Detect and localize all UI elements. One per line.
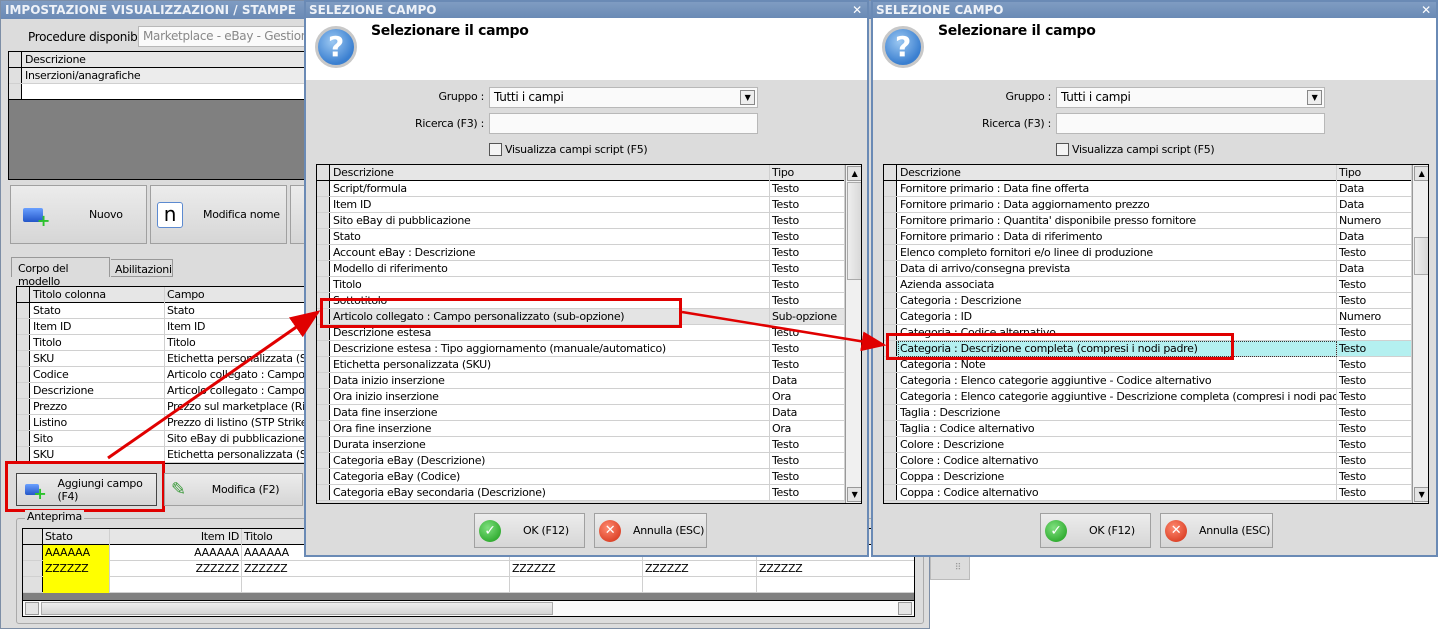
arrow-to-dialog2 <box>681 310 887 352</box>
annotation-arrows <box>107 310 887 460</box>
arrow-to-dialog1 <box>107 310 321 460</box>
